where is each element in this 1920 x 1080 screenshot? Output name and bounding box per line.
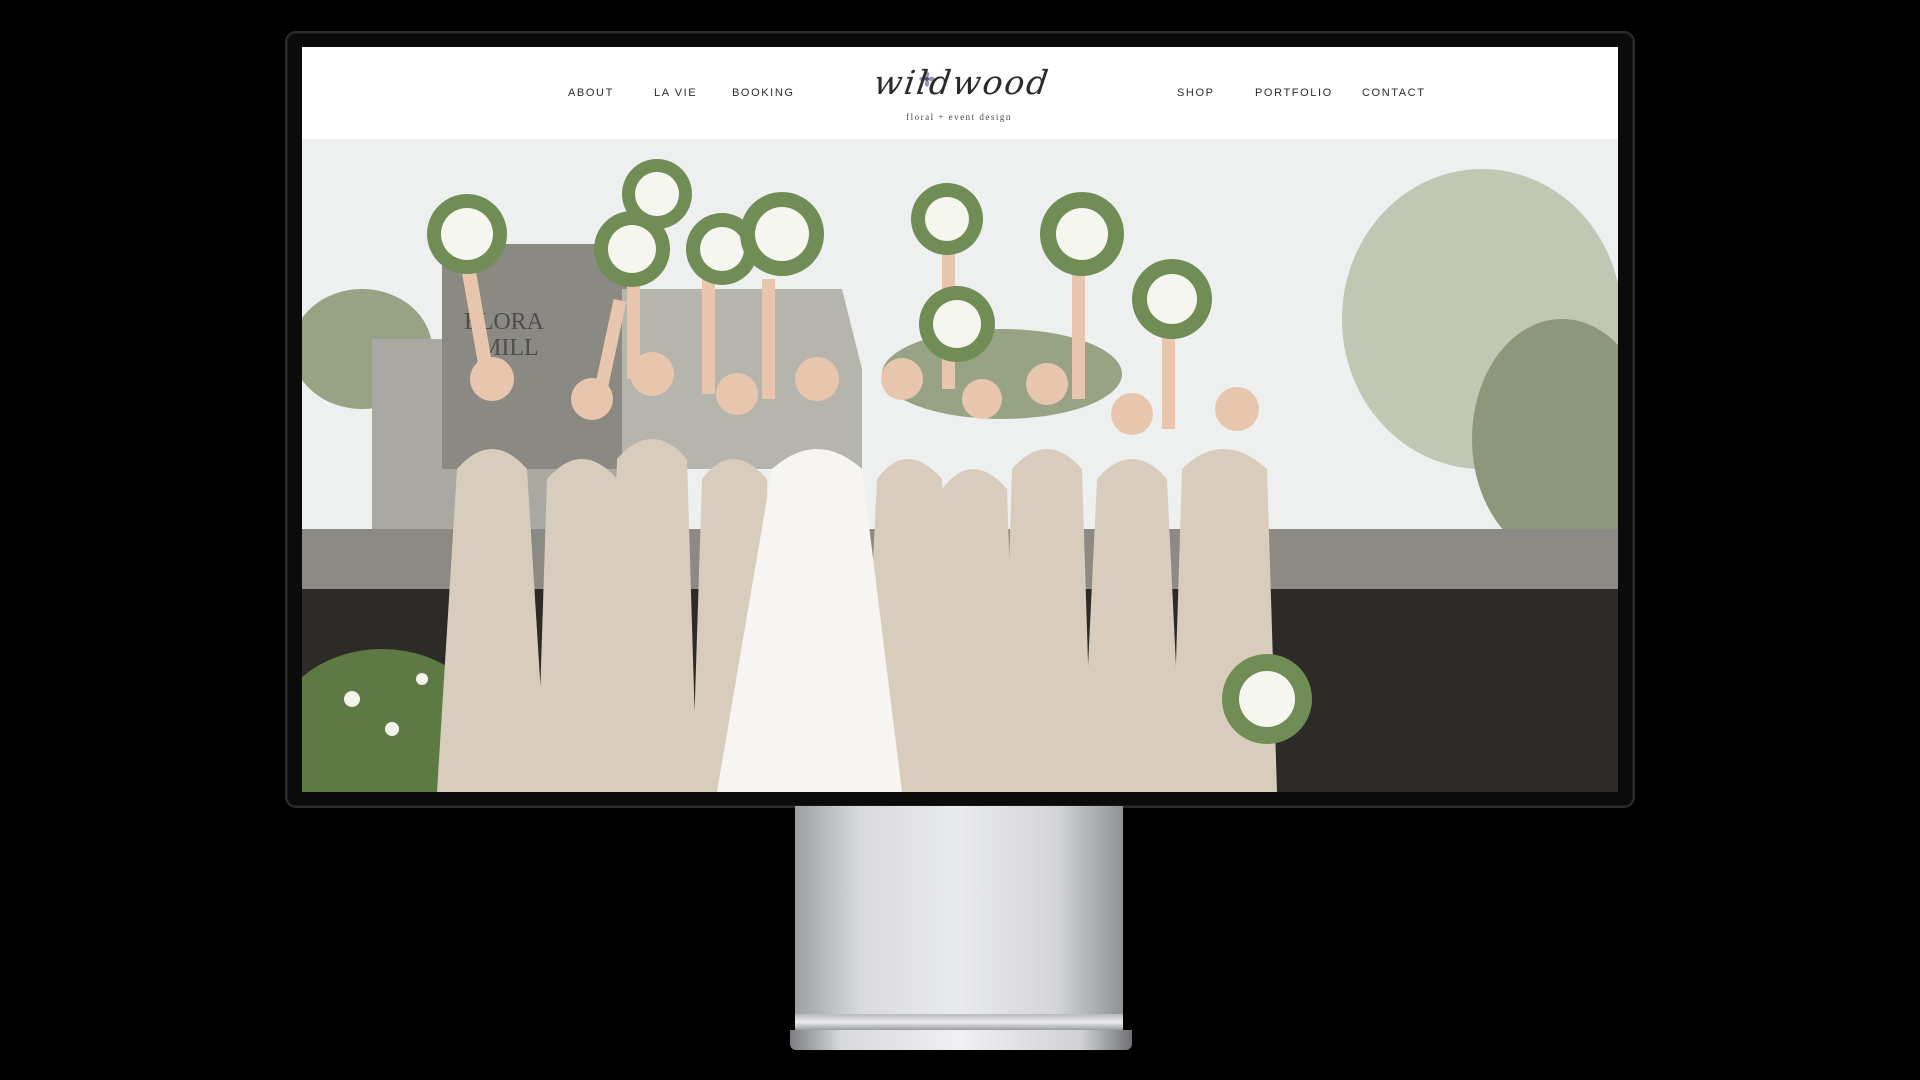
website-screen: ABOUT LA VIE BOOKING wildwood floral + e… <box>302 47 1618 792</box>
nav-contact[interactable]: CONTACT <box>1362 87 1426 99</box>
monitor-stand-base <box>790 1030 1132 1050</box>
monitor-stand-ridge <box>795 1014 1123 1030</box>
hero-image: ELORA MILL <box>302 139 1618 792</box>
monitor-stand <box>795 806 1123 1028</box>
nav-about[interactable]: ABOUT <box>568 87 614 99</box>
monitor-frame: ABOUT LA VIE BOOKING wildwood floral + e… <box>287 33 1633 806</box>
logo-wordmark: wildwood <box>871 63 1053 102</box>
nav-shop[interactable]: SHOP <box>1177 87 1215 99</box>
site-header: ABOUT LA VIE BOOKING wildwood floral + e… <box>302 47 1618 139</box>
nav-portfolio[interactable]: PORTFOLIO <box>1255 87 1333 99</box>
logo-tagline: floral + event design <box>906 112 1012 122</box>
nav-booking[interactable]: BOOKING <box>732 87 795 99</box>
bridal-party-photo: ELORA MILL <box>302 139 1618 792</box>
nav-la-vie[interactable]: LA VIE <box>654 87 697 99</box>
site-logo[interactable]: wildwood floral + event design <box>864 57 1054 129</box>
